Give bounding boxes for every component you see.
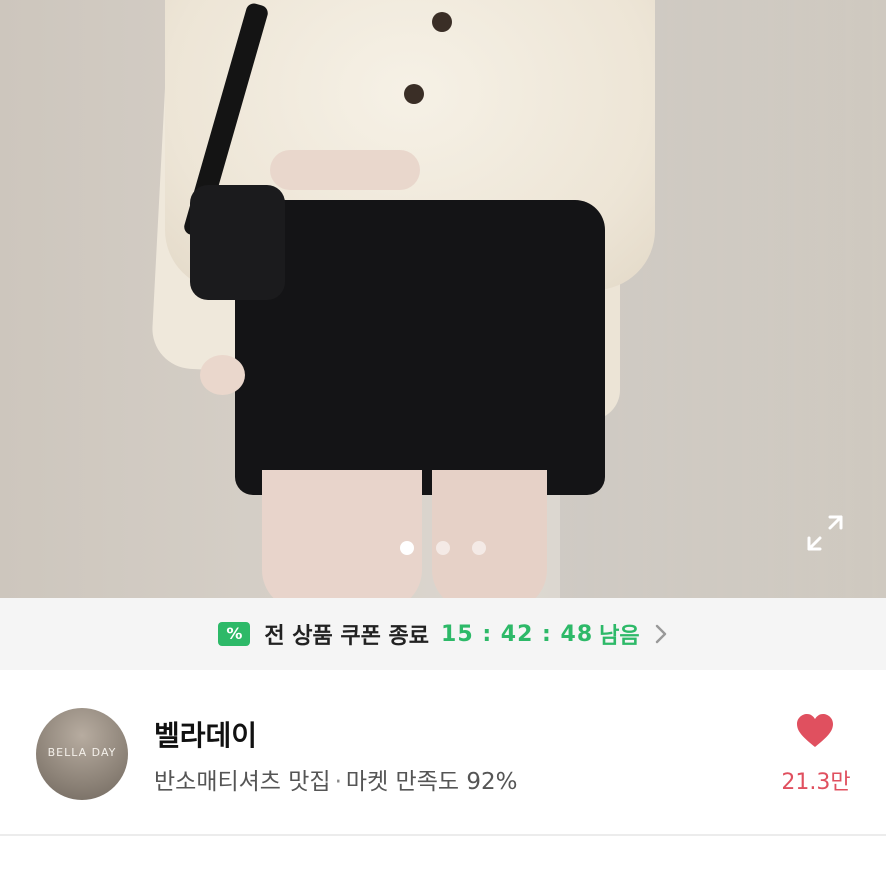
coupon-timer: 15 : 42 : 48 [441,621,594,647]
shop-tagline: 반소매티셔츠 맛집 [154,769,331,795]
leg-left [262,470,422,598]
bag [190,185,285,300]
product-image[interactable] [0,0,886,598]
shop-avatar-text: BELLA DAY [47,746,117,759]
hand [200,355,245,395]
coupon-remain-label: 남음 [599,624,640,649]
separator: · [334,769,342,795]
heart-icon[interactable] [796,714,834,748]
coupon-ticket-icon: % [218,622,251,646]
shop-info[interactable]: BELLA DAY 벨라데이 반소매티셔츠 맛집 · 마켓 만족도 92% 21.3… [0,670,886,836]
chevron-right-icon [655,624,666,644]
shop-avatar[interactable]: BELLA DAY [36,708,128,800]
coupon-countdown-bar[interactable]: % 전 상품 쿠폰 종료 15 : 42 : 48 남음 [0,598,886,670]
coupon-ticket-glyph: % [226,624,243,643]
cardigan-button [404,84,424,104]
cardigan-button [432,12,452,32]
shop-description: 반소매티셔츠 맛집 · 마켓 만족도 92% [154,762,517,796]
leg-right [432,470,547,598]
shorts [235,200,605,495]
bottom-area [0,836,886,886]
like-count: 21.3만 [781,770,851,795]
pager-dot-3[interactable] [472,541,486,555]
shop-name[interactable]: 벨라데이 [154,714,257,754]
coupon-text: 전 상품 쿠폰 종료 [264,624,430,649]
midriff [270,150,420,190]
pager-dot-2[interactable] [436,541,450,555]
expand-icon[interactable] [806,514,844,552]
pager-dot-1[interactable] [400,541,414,555]
shop-satisfaction: 마켓 만족도 92% [345,769,518,795]
image-pager [0,538,886,558]
